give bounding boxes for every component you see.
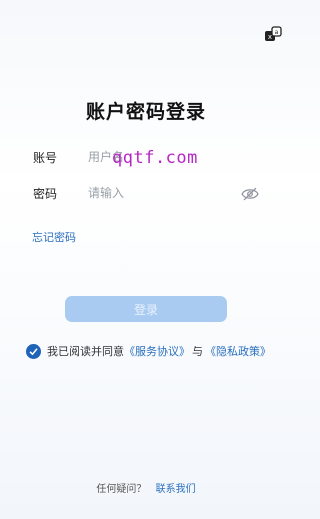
service-terms-link[interactable]: 《服务协议》	[124, 343, 190, 359]
login-button[interactable]: 登录	[65, 296, 227, 322]
account-row: 账号	[33, 145, 259, 169]
page-title: 账户密码登录	[85, 101, 206, 123]
contact-us-link[interactable]: 联系我们	[156, 484, 196, 495]
footer-question: 任何疑问？	[96, 484, 147, 495]
agreement-and: 与	[192, 345, 203, 358]
account-label: 账号	[33, 150, 58, 165]
footer: 任何疑问？ 联系我们	[0, 480, 292, 495]
password-row: 密码	[33, 181, 259, 205]
password-input[interactable]	[88, 186, 241, 200]
forgot-password-link[interactable]: 忘记密码	[32, 229, 76, 245]
account-input[interactable]	[88, 150, 259, 164]
agreement-prefix: 我已阅读并同意	[47, 345, 124, 358]
password-label: 密码	[33, 186, 58, 201]
privacy-policy-link[interactable]: 《隐私政策》	[205, 343, 271, 359]
agreement-row: 我已阅读并同意 《服务协议》 与 《隐私政策》	[26, 343, 271, 359]
eye-hidden-icon[interactable]	[241, 186, 259, 201]
svg-text:a: a	[275, 29, 279, 36]
language-switch-icon[interactable]: x a	[264, 26, 282, 44]
checkmark-icon[interactable]	[26, 343, 41, 359]
